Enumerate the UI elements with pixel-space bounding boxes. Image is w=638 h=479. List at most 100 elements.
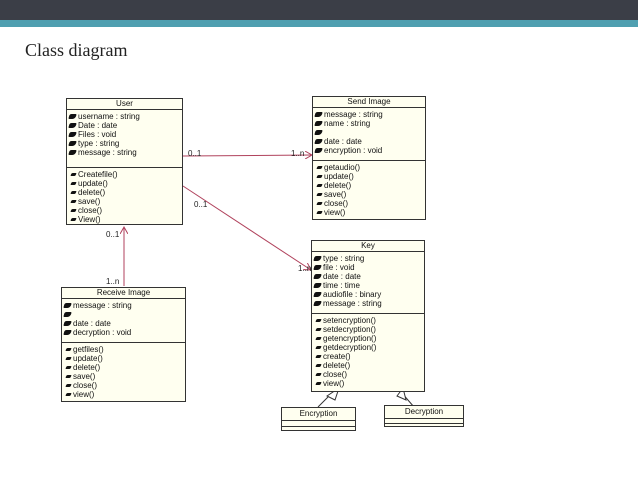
operation: setencryption() — [314, 316, 422, 325]
attribute: encryption : void — [314, 146, 423, 155]
operation-icon — [315, 319, 322, 322]
attribute: message : string — [314, 110, 423, 119]
class-send-image-operations: getaudio() update() delete() save() clos… — [313, 161, 425, 219]
attribute-icon — [63, 330, 72, 335]
operation-icon — [315, 373, 322, 376]
operation: delete() — [64, 363, 183, 372]
operation: delete() — [314, 361, 422, 370]
operation-icon — [65, 357, 72, 360]
operation: save() — [69, 197, 180, 206]
multiplicity-label: 0..1 — [194, 200, 208, 209]
attribute-icon — [63, 321, 72, 326]
operation: Createfile() — [69, 170, 180, 179]
attribute: type : string — [313, 254, 422, 263]
class-encryption: Encryption — [281, 407, 356, 431]
operation-icon — [315, 364, 322, 367]
operation-icon — [70, 182, 77, 185]
operation: update() — [69, 179, 180, 188]
attribute-icon — [314, 130, 323, 135]
operation-icon — [70, 209, 77, 212]
class-decryption-title: Decryption — [385, 406, 463, 419]
operation-icon — [316, 211, 323, 214]
operation: getfiles() — [64, 345, 183, 354]
attribute-icon — [313, 283, 322, 288]
operation-icon — [70, 200, 77, 203]
attribute-icon — [68, 114, 77, 119]
operation-icon — [65, 393, 72, 396]
class-send-image-attributes: message : string name : string date : da… — [313, 108, 425, 161]
class-decryption: Decryption — [384, 405, 464, 427]
attribute: decryption : void — [63, 328, 183, 337]
attribute: username : string — [68, 112, 180, 121]
attribute — [314, 128, 423, 137]
operation: close() — [64, 381, 183, 390]
operation-icon — [316, 184, 323, 187]
class-key-attributes: type : string file : void date : date ti… — [312, 252, 424, 314]
operation-icon — [315, 337, 322, 340]
attribute-icon — [63, 303, 72, 308]
operation: setdecryption() — [314, 325, 422, 334]
user-key-link — [182, 185, 311, 270]
attribute-icon — [313, 256, 322, 261]
operation-icon — [315, 346, 322, 349]
operation-icon — [70, 218, 77, 221]
operation: close() — [69, 206, 180, 215]
operation-icon — [70, 191, 77, 194]
attribute: date : date — [314, 137, 423, 146]
multiplicity-label: 1..n — [298, 264, 312, 273]
attribute-icon — [63, 312, 72, 317]
attribute: name : string — [314, 119, 423, 128]
operation: delete() — [69, 188, 180, 197]
operation: save() — [315, 190, 423, 199]
class-send-image-title: Send Image — [313, 97, 425, 108]
operation-icon — [316, 175, 323, 178]
attribute-icon — [313, 301, 322, 306]
attribute-icon — [313, 274, 322, 279]
operation-icon — [316, 202, 323, 205]
attribute — [63, 310, 183, 319]
class-send-image: Send Image message : string name : strin… — [312, 96, 426, 220]
operation-icon — [316, 193, 323, 196]
attribute-icon — [314, 121, 323, 126]
multiplicity-label: 0..1 — [106, 230, 120, 239]
attribute-icon — [68, 132, 77, 137]
operation-icon — [315, 382, 322, 385]
operation: delete() — [315, 181, 423, 190]
class-key-operations: setencryption() setdecryption() getencry… — [312, 314, 424, 390]
attribute-icon — [68, 141, 77, 146]
operation: View() — [69, 215, 180, 224]
class-receive-image: Receive Image message : string date : da… — [61, 287, 186, 402]
class-user-attributes: username : string Date : date Files : vo… — [67, 110, 182, 168]
attribute: Files : void — [68, 130, 180, 139]
class-user-operations: Createfile() update() delete() save() cl… — [67, 168, 182, 226]
attribute: audiofile : binary — [313, 290, 422, 299]
operation-icon — [315, 328, 322, 331]
operation-icon — [70, 173, 77, 176]
operation: view() — [64, 390, 183, 399]
attribute: message : string — [313, 299, 422, 308]
operation: getencryption() — [314, 334, 422, 343]
operation: close() — [315, 199, 423, 208]
attribute: file : void — [313, 263, 422, 272]
operation: save() — [64, 372, 183, 381]
attribute: date : date — [63, 319, 183, 328]
attribute: message : string — [68, 148, 180, 157]
operation: update() — [64, 354, 183, 363]
operation-icon — [65, 384, 72, 387]
operation-icon — [65, 348, 72, 351]
attribute-icon — [68, 123, 77, 128]
operation: getdecryption() — [314, 343, 422, 352]
attribute-icon — [313, 292, 322, 297]
class-receive-image-operations: getfiles() update() delete() save() clos… — [62, 343, 185, 401]
class-key: Key type : string file : void date : dat… — [311, 240, 425, 392]
attribute-icon — [314, 112, 323, 117]
class-user-title: User — [67, 99, 182, 110]
operation-icon — [65, 366, 72, 369]
class-key-title: Key — [312, 241, 424, 252]
multiplicity-label: 0..1 — [188, 149, 202, 158]
attribute-icon — [313, 265, 322, 270]
operation-icon — [65, 375, 72, 378]
operation-icon — [316, 166, 323, 169]
attribute: Date : date — [68, 121, 180, 130]
class-receive-image-title: Receive Image — [62, 288, 185, 299]
